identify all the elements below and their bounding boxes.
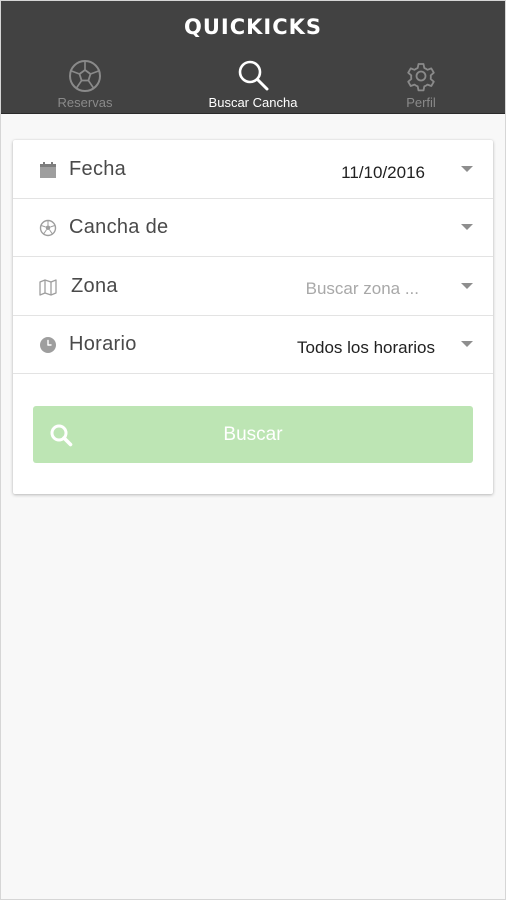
zona-search-input[interactable]: Buscar zona ...	[306, 279, 419, 299]
cancha-label: Cancha de	[69, 216, 169, 238]
tab-perfil[interactable]: Perfil	[337, 57, 505, 113]
chevron-down-icon	[461, 224, 473, 230]
tab-reservas[interactable]: Reservas	[1, 57, 169, 113]
tab-buscar-cancha[interactable]: Buscar Cancha	[169, 57, 337, 113]
zona-field[interactable]: Zona Buscar zona ...	[13, 257, 493, 316]
cancha-field[interactable]: Cancha de	[13, 198, 493, 257]
search-icon	[238, 60, 269, 91]
chevron-down-icon	[461, 341, 473, 347]
fecha-field[interactable]: Fecha 11/10/2016	[13, 140, 493, 199]
tab-perfil-label: Perfil	[406, 95, 436, 110]
tab-buscar-cancha-label: Buscar Cancha	[208, 95, 298, 110]
buscar-button[interactable]: Buscar	[33, 406, 473, 463]
clock-icon	[40, 337, 56, 353]
soccer-ball-icon	[39, 219, 57, 237]
buscar-button-label: Buscar	[223, 424, 283, 445]
horario-field[interactable]: Horario Todos los horarios	[13, 315, 493, 374]
map-icon	[39, 279, 57, 296]
tab-reservas-label: Reservas	[57, 95, 113, 110]
horario-label: Horario	[69, 333, 137, 355]
calendar-icon	[40, 162, 56, 178]
app-screen: QUICKICKS Reservas Buscar Cancha Perfil …	[0, 0, 506, 900]
search-form-card: Fecha 11/10/2016 Cancha de Zona Buscar z…	[13, 140, 493, 494]
zona-label: Zona	[71, 275, 118, 297]
fecha-value: 11/10/2016	[341, 163, 425, 182]
horario-value: Todos los horarios	[297, 338, 435, 357]
gear-icon	[407, 63, 435, 92]
fecha-label: Fecha	[69, 158, 127, 180]
app-header: QUICKICKS Reservas Buscar Cancha Perfil	[1, 1, 505, 114]
soccer-ball-icon	[69, 60, 101, 92]
chevron-down-icon	[461, 283, 473, 289]
app-title: QUICKICKS	[183, 15, 323, 39]
chevron-down-icon	[461, 166, 473, 172]
